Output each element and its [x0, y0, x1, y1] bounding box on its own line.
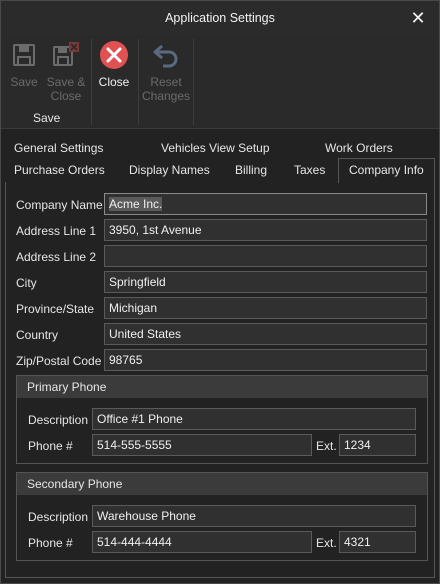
secondary-phone-header: Secondary Phone: [17, 473, 427, 495]
ribbon-separator: [91, 39, 92, 125]
floppy-disk-icon: [13, 44, 35, 66]
reset-label-line2: Changes: [141, 89, 191, 103]
city-input[interactable]: Springfield: [104, 271, 427, 293]
secondary-ext-label: Ext.: [316, 536, 337, 550]
country-label: Country: [16, 328, 59, 342]
window-close-icon[interactable]: ✕: [407, 7, 429, 29]
company-name-value: Acme Inc.: [109, 197, 163, 211]
primary-ext-label: Ext.: [316, 439, 337, 453]
tab-purchase-orders[interactable]: Purchase Orders: [14, 163, 105, 177]
secondary-phone-input[interactable]: 514-444-4444: [92, 531, 312, 553]
zip-postal-code-input[interactable]: 98765: [104, 349, 427, 371]
tab-company-info[interactable]: Company Info: [338, 158, 435, 183]
primary-phone-input[interactable]: 514-555-5555: [92, 434, 312, 456]
ribbon-group-label: Save: [33, 111, 61, 125]
secondary-description-input[interactable]: Warehouse Phone: [92, 505, 416, 527]
floppy-disk-close-icon: [53, 42, 79, 66]
save-close-label-line1: Save &: [46, 75, 86, 89]
primary-phone-group: Primary Phone Description Office #1 Phon…: [16, 375, 428, 464]
save-and-close-button[interactable]: Save & Close: [45, 39, 87, 103]
secondary-description-label: Description: [28, 510, 89, 524]
window-title: Application Settings: [165, 11, 275, 25]
close-circle-icon: [100, 41, 128, 69]
primary-description-input[interactable]: Office #1 Phone: [92, 408, 416, 430]
tab-vehicles-view-setup[interactable]: Vehicles View Setup: [161, 141, 270, 155]
secondary-ext-input[interactable]: 4321: [339, 531, 416, 553]
tab-display-names[interactable]: Display Names: [129, 163, 210, 177]
ribbon-toolbar: Save Save & Close Close Reset Changes Sa…: [1, 35, 439, 129]
save-button[interactable]: Save: [7, 39, 41, 89]
close-label: Close: [98, 75, 130, 89]
save-close-label-line2: Close: [50, 89, 82, 103]
company-name-input[interactable]: Acme Inc.: [104, 193, 427, 215]
primary-phone-label: Phone #: [28, 439, 73, 453]
ribbon-separator: [138, 39, 139, 125]
primary-description-label: Description: [28, 413, 89, 427]
primary-phone-header: Primary Phone: [17, 376, 427, 398]
settings-window: Application Settings ✕ Save Save & Close: [0, 0, 440, 584]
tab-work-orders[interactable]: Work Orders: [325, 141, 393, 155]
address-line2-input[interactable]: [104, 245, 427, 267]
close-button[interactable]: Close: [96, 39, 132, 89]
company-name-label: Company Name: [16, 198, 103, 212]
save-label: Save: [10, 75, 38, 89]
reset-label-line1: Reset: [150, 75, 182, 89]
province-state-input[interactable]: Michigan: [104, 297, 427, 319]
company-info-panel: Company Name Acme Inc. Address Line 1 39…: [5, 182, 435, 578]
tab-billing[interactable]: Billing: [235, 163, 267, 177]
undo-arrow-icon: [153, 44, 178, 68]
ribbon-separator: [193, 39, 194, 125]
tab-taxes[interactable]: Taxes: [294, 163, 325, 177]
address-line2-label: Address Line 2: [16, 250, 97, 264]
address-line1-label: Address Line 1: [16, 224, 97, 238]
secondary-phone-group: Secondary Phone Description Warehouse Ph…: [16, 472, 428, 561]
province-state-label: Province/State: [16, 302, 95, 316]
secondary-phone-label: Phone #: [28, 536, 73, 550]
tab-general-settings[interactable]: General Settings: [14, 141, 103, 155]
zip-postal-code-label: Zip/Postal Code: [16, 354, 102, 368]
primary-ext-input[interactable]: 1234: [339, 434, 416, 456]
city-label: City: [16, 276, 37, 290]
reset-changes-button[interactable]: Reset Changes: [141, 39, 191, 103]
country-input[interactable]: United States: [104, 323, 427, 345]
title-bar: Application Settings ✕: [1, 1, 439, 35]
address-line1-input[interactable]: 3950, 1st Avenue: [104, 219, 427, 241]
